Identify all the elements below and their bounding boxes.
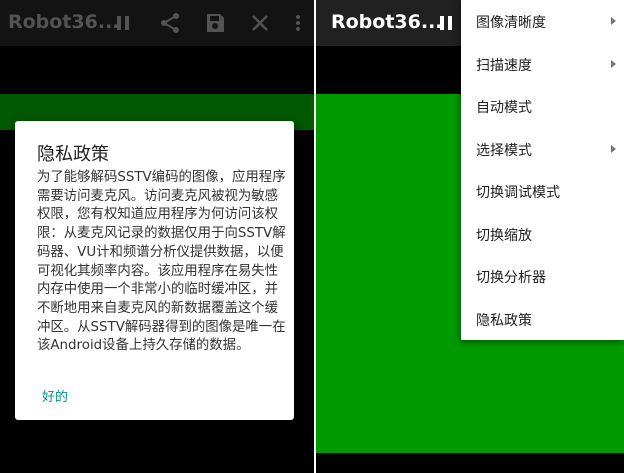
menu-item-image-resolution[interactable]: 图像清晰度 (461, 1, 624, 43)
menu-item-scan-speed[interactable]: 扫描速度 (461, 44, 624, 86)
menu-item-toggle-analyzer[interactable]: 切换分析器 (461, 256, 624, 298)
menu-item-label: 自动模式 (476, 100, 532, 116)
dialog-message: 为了能够解码SSTV编码的图像，应用程序需要访问麦克风。访问麦克风被视为敏感权限… (37, 170, 286, 354)
menu-item-label: 选择模式 (476, 143, 532, 159)
left-screen: Robot36... 隐私政策 为了能够解码SSTV编码的图像，应用程序需要访问… (0, 0, 314, 473)
app-title: Robot36... (331, 11, 443, 33)
pause-icon[interactable] (434, 11, 458, 35)
menu-item-toggle-debug[interactable]: 切换调试模式 (461, 171, 624, 213)
menu-item-label: 扫描速度 (476, 58, 532, 74)
menu-item-label: 隐私政策 (476, 313, 532, 329)
submenu-arrow-icon (611, 17, 616, 25)
menu-item-select-mode[interactable]: 选择模式 (461, 129, 624, 171)
privacy-policy-dialog: 隐私政策 为了能够解码SSTV编码的图像，应用程序需要访问麦克风。访问麦克风被视… (15, 121, 294, 420)
menu-item-toggle-scaling[interactable]: 切换缩放 (461, 214, 624, 256)
menu-item-label: 切换缩放 (476, 228, 532, 244)
menu-item-label: 切换调试模式 (476, 185, 560, 201)
overflow-menu: 图像清晰度 扫描速度 自动模式 选择模式 切换调试模式 切换缩放 切换分析器 隐… (461, 0, 624, 340)
menu-item-label: 图像清晰度 (476, 15, 546, 31)
menu-item-auto-mode[interactable]: 自动模式 (461, 86, 624, 128)
submenu-arrow-icon (611, 60, 616, 68)
menu-item-privacy-policy[interactable]: 隐私政策 (461, 299, 624, 341)
dialog-title: 隐私政策 (37, 144, 109, 165)
ok-button[interactable]: 好的 (42, 386, 68, 405)
menu-item-label: 切换分析器 (476, 270, 546, 286)
submenu-arrow-icon (611, 145, 616, 153)
